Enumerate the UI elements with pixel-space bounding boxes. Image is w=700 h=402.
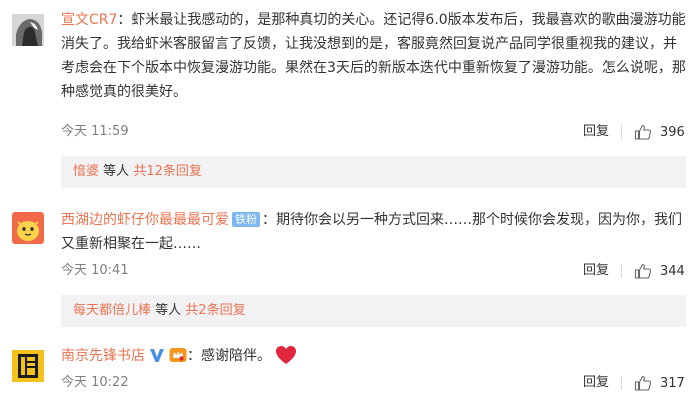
divider [621, 376, 622, 390]
subreply-username[interactable]: 每天都倍儿棒 [73, 303, 151, 318]
avatar[interactable] [12, 212, 44, 244]
thumbs-up-icon [634, 375, 652, 391]
reply-button[interactable]: 回复 [583, 120, 609, 144]
heart-icon [276, 346, 296, 364]
comment-content: 西湖边的虾仔你最最最可爱 铁粉 ：期待你会以另一种方式回来……那个时候你会发现，因为… [61, 212, 682, 252]
comment-text: 感谢陪伴。 [201, 348, 271, 364]
comment-username[interactable]: 南京先锋书店 [61, 348, 145, 364]
comment-text: 虾米最让我感动的，是那种真切的关心。还记得6.0版本发布后，我最喜欢的歌曲漫游功… [61, 12, 686, 100]
fan-badge[interactable]: 铁粉 [232, 212, 260, 227]
subreplies-bar: 每天都倍儿棒 等人 共2条回复 [61, 295, 686, 327]
comment-time: 今天 10:41 [61, 263, 129, 278]
like-button[interactable]: 344 [634, 259, 685, 283]
like-count: 317 [660, 375, 685, 391]
like-count: 396 [660, 124, 685, 140]
like-button[interactable]: 317 [634, 371, 685, 395]
comment-content: 宣文CR7：虾米最让我感动的，是那种真切的关心。还记得6.0版本发布后，我最喜欢… [61, 12, 686, 100]
reply-button[interactable]: 回复 [583, 259, 609, 283]
thumbs-up-icon [634, 263, 652, 279]
subreply-count-link[interactable]: 共2条回复 [185, 303, 245, 318]
subreply-username[interactable]: 愔婆 [73, 164, 99, 179]
verified-v-icon [150, 349, 164, 362]
comment-time: 今天 10:22 [61, 375, 129, 390]
subreply-others: 等人 [155, 303, 182, 318]
like-button[interactable]: 396 [634, 120, 685, 144]
like-count: 344 [660, 263, 685, 279]
subreply-count-link[interactable]: 共12条回复 [133, 164, 202, 179]
comment-meta: 今天 11:59 回复 396 [61, 120, 686, 144]
comment-username[interactable]: 宣文CR7 [61, 12, 117, 28]
comment-meta: 今天 10:41 回复 344 [61, 259, 686, 283]
avatar[interactable] [12, 14, 44, 46]
subreplies-bar: 愔婆 等人 共12条回复 [61, 156, 686, 188]
reply-button[interactable]: 回复 [583, 371, 609, 395]
comment-time: 今天 11:59 [61, 124, 129, 139]
thumbs-up-icon [634, 124, 652, 140]
member-crown-icon [169, 348, 187, 362]
comment-meta: 今天 10:22 回复 317 [61, 371, 686, 395]
divider [621, 264, 622, 278]
avatar[interactable] [12, 350, 44, 382]
comment-content: 南京先锋书店 ：感谢陪伴。 [61, 344, 686, 368]
comment-username[interactable]: 西湖边的虾仔你最最最可爱 [61, 212, 229, 228]
divider [621, 125, 622, 139]
subreply-others: 等人 [103, 164, 130, 179]
